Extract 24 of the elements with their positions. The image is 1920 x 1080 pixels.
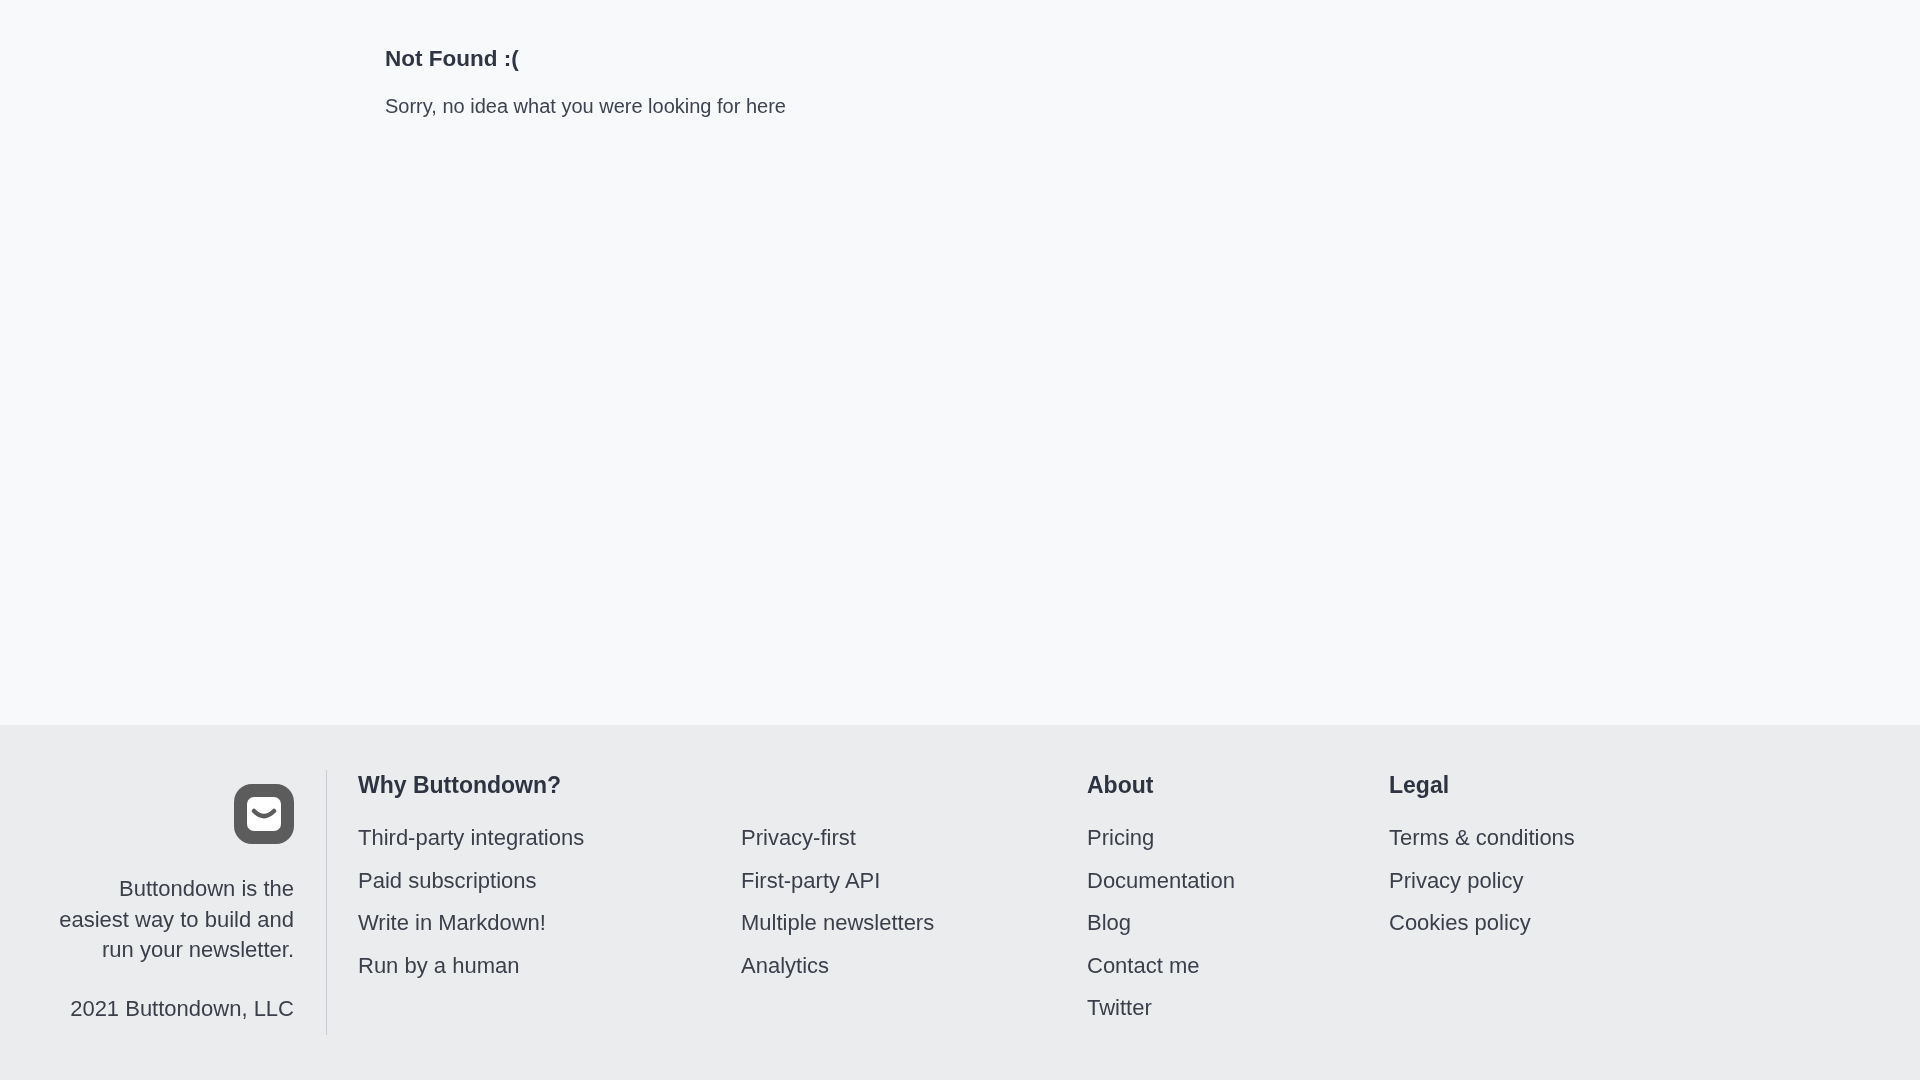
footer-link[interactable]: Run by a human	[358, 950, 520, 981]
copyright-text: 2021 Buttondown, LLC	[70, 994, 294, 1023]
smile-logo-icon	[234, 784, 294, 844]
page-title: Not Found :(	[385, 45, 520, 73]
footer-link[interactable]: Analytics	[741, 950, 830, 981]
footer-link[interactable]: Blog	[1087, 908, 1132, 938]
footer-description: Buttondown is the easiest way to build and run your newsletter.	[58, 875, 294, 964]
footer-link[interactable]: Contact me	[1087, 950, 1200, 981]
footer-link[interactable]: Third-party integrations	[358, 823, 585, 853]
footer-link[interactable]: Documentation	[1087, 865, 1235, 896]
footer-link[interactable]: First-party API	[741, 865, 881, 896]
footer-link[interactable]: Paid subscriptions	[358, 865, 537, 896]
footer-link[interactable]: Write in Markdown!	[358, 908, 546, 938]
error-message: Sorry, no idea what you were looking for here	[385, 94, 787, 119]
footer-link[interactable]: Terms & conditions	[1389, 823, 1575, 853]
footer-link[interactable]: Twitter	[1087, 993, 1152, 1023]
footer-link[interactable]: Multiple newsletters	[741, 908, 935, 938]
footer-heading: About	[1087, 772, 1155, 798]
footer-link[interactable]: Privacy-first	[741, 823, 856, 853]
footer-link[interactable]: Privacy policy	[1389, 865, 1524, 896]
footer-heading: Why Buttondown?	[358, 772, 563, 798]
footer-link[interactable]: Cookies policy	[1389, 908, 1531, 938]
footer-heading: Legal	[1389, 772, 1451, 798]
footer-link[interactable]: Pricing	[1087, 823, 1155, 853]
